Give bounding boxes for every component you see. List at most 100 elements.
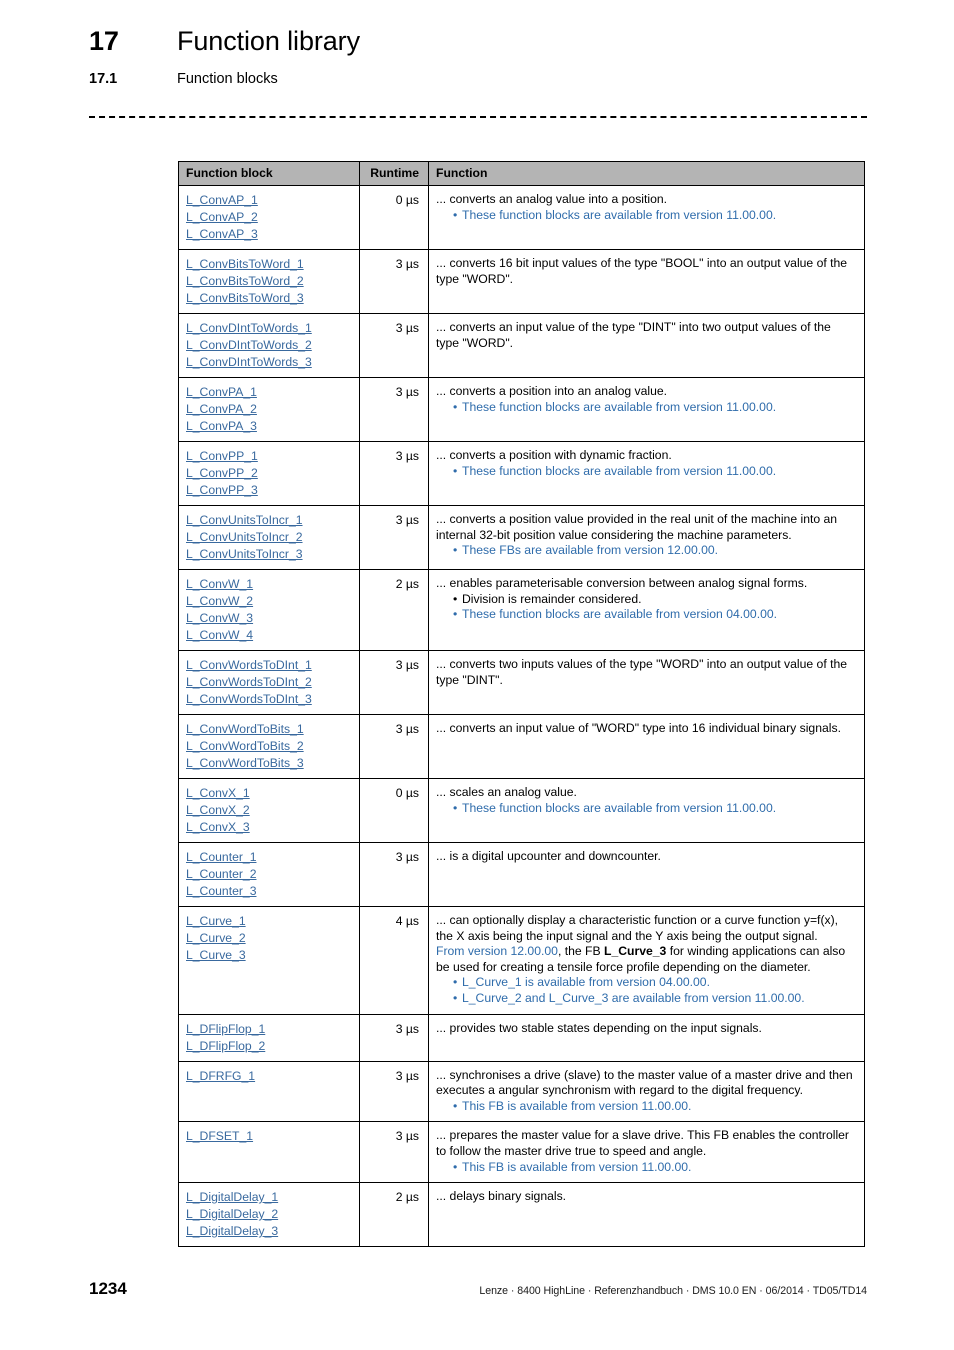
function-description-text: ... synchronises a drive (slave) to the … [436,1067,853,1098]
cell-function-block: L_DigitalDelay_1 L_DigitalDelay_2 L_Digita… [178,1182,360,1248]
function-block-link[interactable]: L_ConvWordToBits_3 [186,755,352,772]
function-description-text: ... can optionally display a characteris… [436,913,839,943]
function-block-link[interactable]: L_ConvDIntToWords_1 [186,320,352,337]
function-note-item: L_Curve_2 and L_Curve_3 are available fr… [453,991,856,1007]
function-block-link[interactable]: L_ConvWordsToDInt_2 [186,674,352,691]
function-block-link[interactable]: L_ConvW_2 [186,593,352,610]
function-block-link[interactable]: L_ConvDIntToWords_2 [186,337,352,354]
function-note-list: This FB is available from version 11.00.… [436,1099,856,1115]
function-block-link[interactable]: L_ConvAP_1 [186,192,352,209]
function-block-link[interactable]: L_ConvWordToBits_1 [186,721,352,738]
function-block-link[interactable]: L_DFRFG_1 [186,1068,352,1085]
function-block-link[interactable]: L_ConvX_1 [186,785,352,802]
function-block-link[interactable]: L_ConvWordsToDInt_1 [186,657,352,674]
cell-function-description: ... enables parameterisable conversion b… [428,569,865,651]
cell-runtime: 3 µs [359,1060,429,1123]
function-block-link[interactable]: L_ConvW_3 [186,610,352,627]
function-block-link[interactable]: L_ConvPA_3 [186,418,352,435]
function-block-link[interactable]: L_ConvAP_2 [186,209,352,226]
function-note-item: These function blocks are available from… [453,464,856,480]
function-description-text: ... prepares the master value for a slav… [436,1128,849,1158]
cell-runtime: 3 µs [359,650,429,715]
function-description-text: ... converts a position with dynamic fra… [436,448,672,462]
function-block-link[interactable]: L_ConvWordsToDInt_3 [186,691,352,708]
function-block-link[interactable]: L_ConvPP_2 [186,465,352,482]
cell-runtime: 3 µs [359,441,429,506]
header-divider [89,116,867,118]
function-block-link[interactable]: L_ConvUnitsToIncr_3 [186,546,352,563]
function-note-list: L_Curve_1 is available from version 04.0… [436,975,856,1006]
cell-function-block: L_ConvWordToBits_1 L_ConvWordToBits_2 L_Co… [178,714,360,779]
cell-runtime: 3 µs [359,313,429,378]
function-block-link[interactable]: L_ConvPA_1 [186,384,352,401]
function-note-item: These function blocks are available from… [453,400,856,416]
function-description-text: ... converts 16 bit input values of the … [436,256,848,286]
version-note-lead: From version 12.00.00 [436,944,558,959]
function-description-note: From version 12.00.00, the FB L_Curve_3 … [436,944,856,975]
function-block-link[interactable]: L_ConvUnitsToIncr_1 [186,512,352,529]
function-block-link[interactable]: L_ConvWordToBits_2 [186,738,352,755]
table-row: L_Counter_1 L_Counter_2 L_Counter_3 3 µs...… [178,842,865,907]
function-block-link[interactable]: L_Curve_2 [186,930,352,947]
function-description-text: ... converts an input value of "WORD" ty… [436,721,841,735]
cell-function-block: L_DFRFG_1 [178,1060,360,1123]
function-block-link[interactable]: L_Counter_2 [186,866,352,883]
function-block-link[interactable]: L_ConvBitsToWord_3 [186,290,352,307]
cell-runtime: 4 µs [359,906,429,1015]
function-block-link[interactable]: L_ConvW_1 [186,576,352,593]
cell-runtime: 3 µs [359,842,429,907]
cell-runtime: 3 µs [359,249,429,314]
function-block-link[interactable]: L_Counter_3 [186,883,352,900]
function-block-link[interactable]: L_ConvX_3 [186,819,352,836]
function-block-link[interactable]: L_ConvPP_3 [186,482,352,499]
function-note-list: These function blocks are available from… [436,400,856,416]
function-block-link[interactable]: L_ConvPA_2 [186,401,352,418]
function-note-item: These FBs are available from version 12.… [453,543,856,559]
cell-function-block: L_ConvDIntToWords_1 L_ConvDIntToWords_2 L_… [178,313,360,378]
cell-function-description: ... delays binary signals. [428,1182,865,1248]
function-block-link[interactable]: L_Curve_1 [186,913,352,930]
cell-function-description: ... synchronises a drive (slave) to the … [428,1060,865,1123]
function-block-link[interactable]: L_DFSET_1 [186,1128,352,1145]
page-header: 17 Function library 17.1 Function blocks [89,26,869,87]
function-block-link[interactable]: L_DFlipFlop_1 [186,1021,352,1038]
function-block-link[interactable]: L_ConvPP_1 [186,448,352,465]
table-row: L_DFSET_1 3 µs... prepares the master val… [178,1121,865,1184]
function-block-link[interactable]: L_ConvW_4 [186,627,352,644]
cell-runtime: 0 µs [359,778,429,843]
function-description-text: ... converts two inputs values of the ty… [436,657,848,687]
function-block-link[interactable]: L_ConvBitsToWord_2 [186,273,352,290]
function-block-link[interactable]: L_DigitalDelay_1 [186,1189,352,1206]
table-row: L_ConvX_1 L_ConvX_2 L_ConvX_3 0 µs... scale… [178,778,865,843]
cell-function-block: L_ConvAP_1 L_ConvAP_2 L_ConvAP_3 [178,185,360,250]
function-description-text: ... converts an analog value into a posi… [436,192,668,206]
cell-function-description: ... is a digital upcounter and downcount… [428,842,865,907]
cell-function-block: L_Counter_1 L_Counter_2 L_Counter_3 [178,842,360,907]
function-block-link[interactable]: L_ConvUnitsToIncr_2 [186,529,352,546]
function-block-table: Function block Runtime Function L_ConvAP… [178,161,865,1248]
cell-function-description: ... converts two inputs values of the ty… [428,650,865,715]
cell-function-description: ... converts an analog value into a posi… [428,185,865,250]
function-description-text: ... enables parameterisable conversion b… [436,576,808,590]
function-block-link[interactable]: L_DigitalDelay_3 [186,1223,352,1240]
function-block-link[interactable]: L_DigitalDelay_2 [186,1206,352,1223]
function-block-link[interactable]: L_Curve_3 [186,947,352,964]
cell-function-description: ... provides two stable states depending… [428,1013,865,1062]
function-block-link[interactable]: L_ConvDIntToWords_3 [186,354,352,371]
function-description-text: ... provides two stable states depending… [436,1020,762,1035]
function-note-list: This FB is available from version 11.00.… [436,1160,856,1176]
function-block-link[interactable]: L_Counter_1 [186,849,352,866]
cell-function-block: L_ConvX_1 L_ConvX_2 L_ConvX_3 [178,778,360,843]
cell-function-block: L_ConvUnitsToIncr_1 L_ConvUnitsToIncr_2 L_… [178,505,360,570]
column-header-function: Function [428,161,865,186]
function-block-link[interactable]: L_ConvX_2 [186,802,352,819]
function-block-link[interactable]: L_ConvBitsToWord_1 [186,256,352,273]
table-row: L_ConvWordToBits_1 L_ConvWordToBits_2 L_Co… [178,714,865,779]
function-description-text: ... converts a position value provided i… [436,512,838,542]
function-note-list: These function blocks are available from… [436,464,856,480]
version-note-term: L_Curve_3 [604,944,667,959]
cell-runtime: 3 µs [359,505,429,570]
cell-runtime: 0 µs [359,185,429,250]
function-block-link[interactable]: L_DFlipFlop_2 [186,1038,352,1055]
function-block-link[interactable]: L_ConvAP_3 [186,226,352,243]
